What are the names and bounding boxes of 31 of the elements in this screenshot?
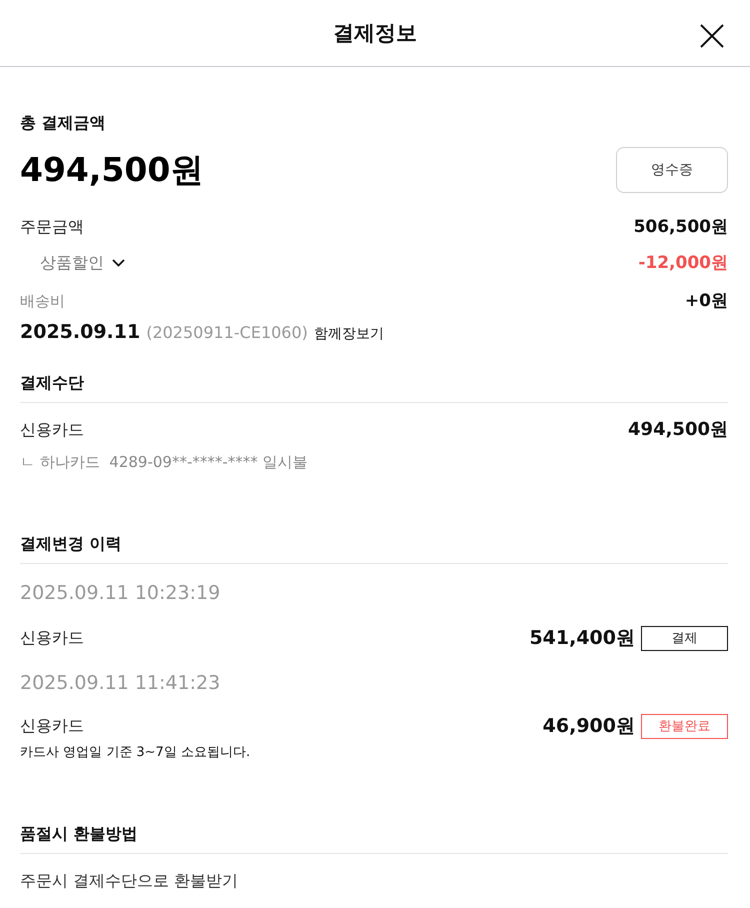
order-tag: 함께장보기	[314, 323, 384, 345]
status-badge: 결제	[641, 626, 728, 650]
order-number: (20250911-CE1060)	[146, 322, 308, 344]
amount-value: -12,000원	[638, 252, 728, 275]
order-date: 2025.09.11	[20, 320, 140, 345]
total-amount: 494,500원	[20, 150, 204, 190]
section-title: 결제변경 이력	[20, 533, 123, 555]
amount-label: 배송비	[20, 291, 65, 312]
history-amount: 46,900원	[542, 714, 635, 738]
page-title: 결제정보	[333, 20, 417, 47]
close-button[interactable]	[700, 24, 724, 48]
refund-note: 카드사 영업일 기준 3~7일 소요됩니다.	[20, 744, 252, 762]
history-time: 2025.09.11 10:23:19	[20, 581, 222, 606]
history-time: 2025.09.11 11:41:23	[20, 671, 222, 696]
payment-method: 신용카드	[20, 419, 84, 441]
payment-amount: 494,500원	[628, 418, 728, 442]
refund-method: 주문시 결제수단으로 환불받기	[20, 870, 240, 892]
section-title: 총 결제금액	[20, 112, 107, 134]
close-icon	[700, 24, 724, 48]
history-amount: 541,400원	[529, 626, 635, 650]
status-badge: 환불완료	[641, 714, 728, 738]
amount-value: 506,500원	[634, 216, 728, 239]
amount-value: +0원	[684, 290, 728, 313]
payment-method: 신용카드	[20, 627, 84, 649]
amount-label: 주문금액	[20, 216, 84, 238]
payment-method: 신용카드	[20, 715, 84, 737]
discount-toggle[interactable]: 상품할인	[40, 252, 125, 274]
section-title: 결제수단	[20, 372, 85, 394]
card-detail: ㄴ 하나카드 4289-09**-****-**** 일시불	[20, 452, 308, 473]
receipt-button[interactable]: 영수증	[616, 147, 728, 193]
section-title: 품절시 환불방법	[20, 823, 139, 845]
